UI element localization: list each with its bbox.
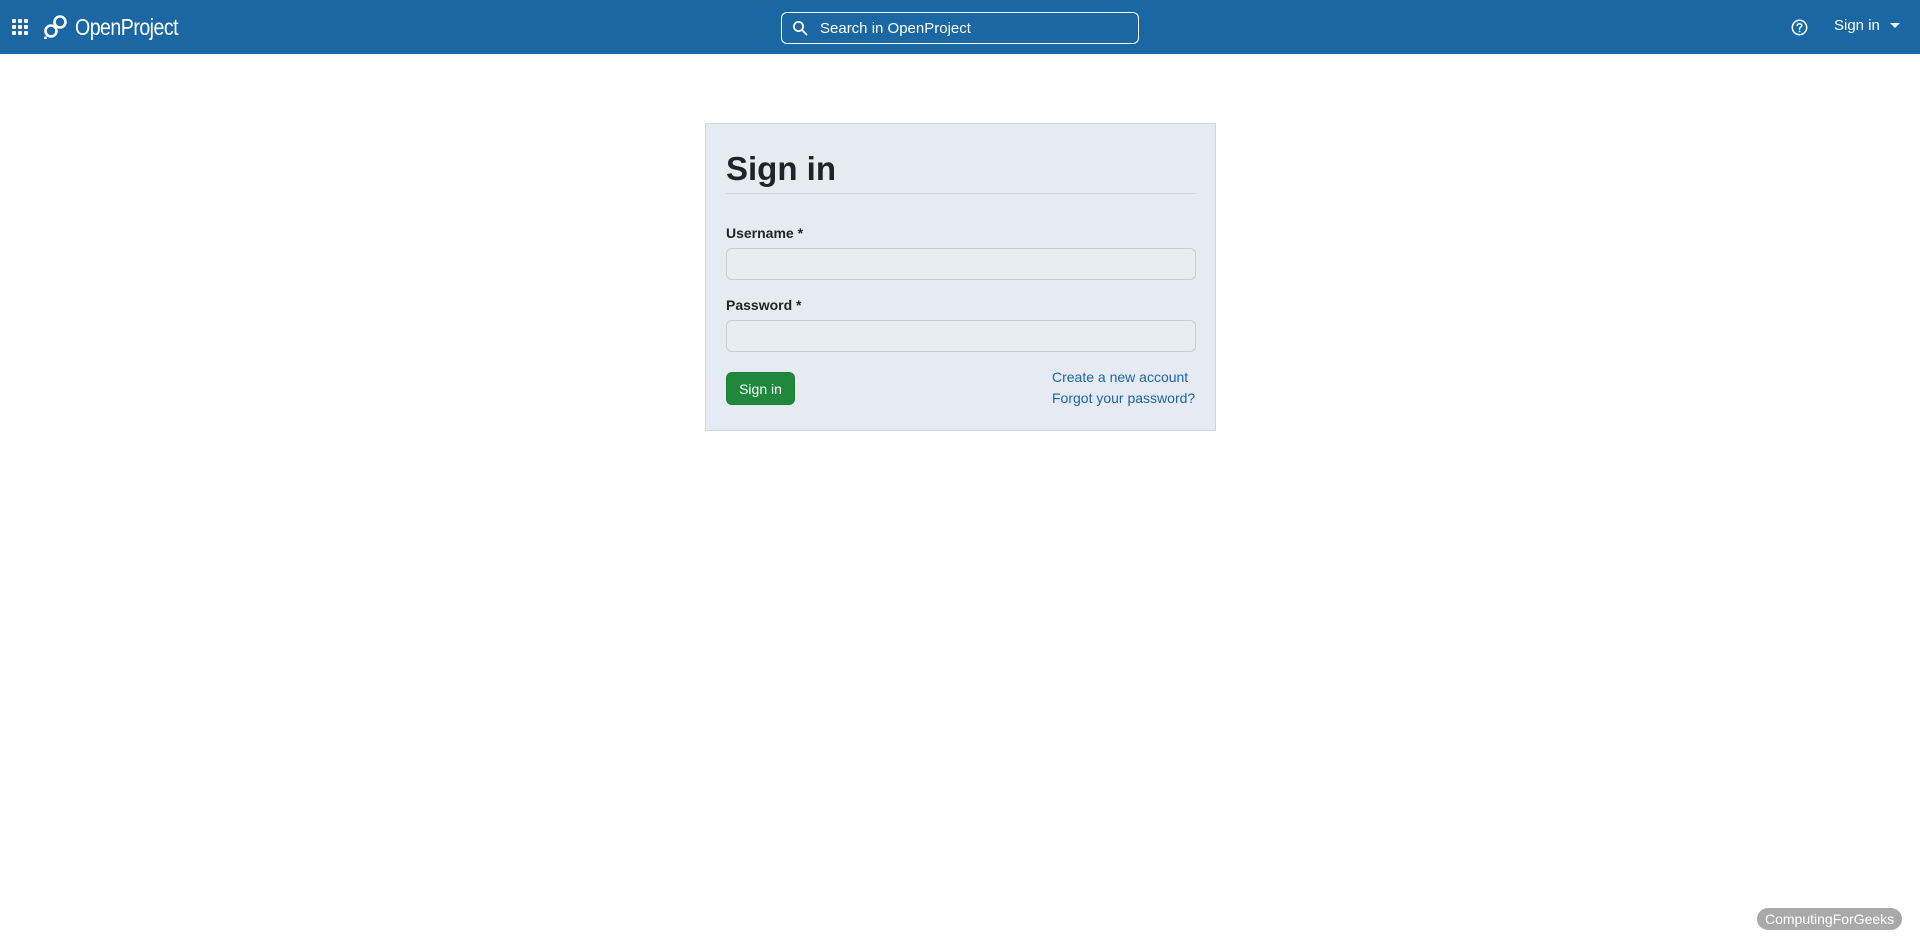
search-icon bbox=[793, 21, 808, 36]
sign-in-button[interactable]: Sign in bbox=[726, 372, 795, 405]
app-grid-icon[interactable] bbox=[10, 17, 30, 37]
username-label: Username * bbox=[726, 225, 804, 241]
global-search[interactable] bbox=[781, 12, 1139, 44]
caret-down-icon bbox=[1889, 23, 1900, 28]
watermark-label: ComputingForGeeks bbox=[1757, 908, 1903, 930]
username-field[interactable] bbox=[726, 248, 1196, 280]
title-divider bbox=[726, 193, 1196, 194]
top-header: OpenProject Sign in bbox=[0, 0, 1920, 54]
page-title: Sign in bbox=[726, 150, 836, 187]
password-label: Password * bbox=[726, 297, 802, 313]
openproject-logo-mark-icon bbox=[44, 15, 67, 39]
login-panel: Sign in Username * Password * Sign in Cr… bbox=[705, 123, 1216, 431]
openproject-logo[interactable]: OpenProject bbox=[43, 12, 196, 42]
account-menu[interactable]: Sign in bbox=[1834, 17, 1900, 34]
account-menu-label: Sign in bbox=[1834, 17, 1880, 34]
help-icon[interactable] bbox=[1791, 19, 1808, 36]
forgot-password-link[interactable]: Forgot your password? bbox=[1052, 390, 1195, 406]
search-input[interactable] bbox=[818, 18, 1138, 38]
password-field[interactable] bbox=[726, 320, 1196, 352]
brand-name: OpenProject bbox=[75, 13, 179, 40]
create-account-link[interactable]: Create a new account bbox=[1052, 369, 1188, 385]
